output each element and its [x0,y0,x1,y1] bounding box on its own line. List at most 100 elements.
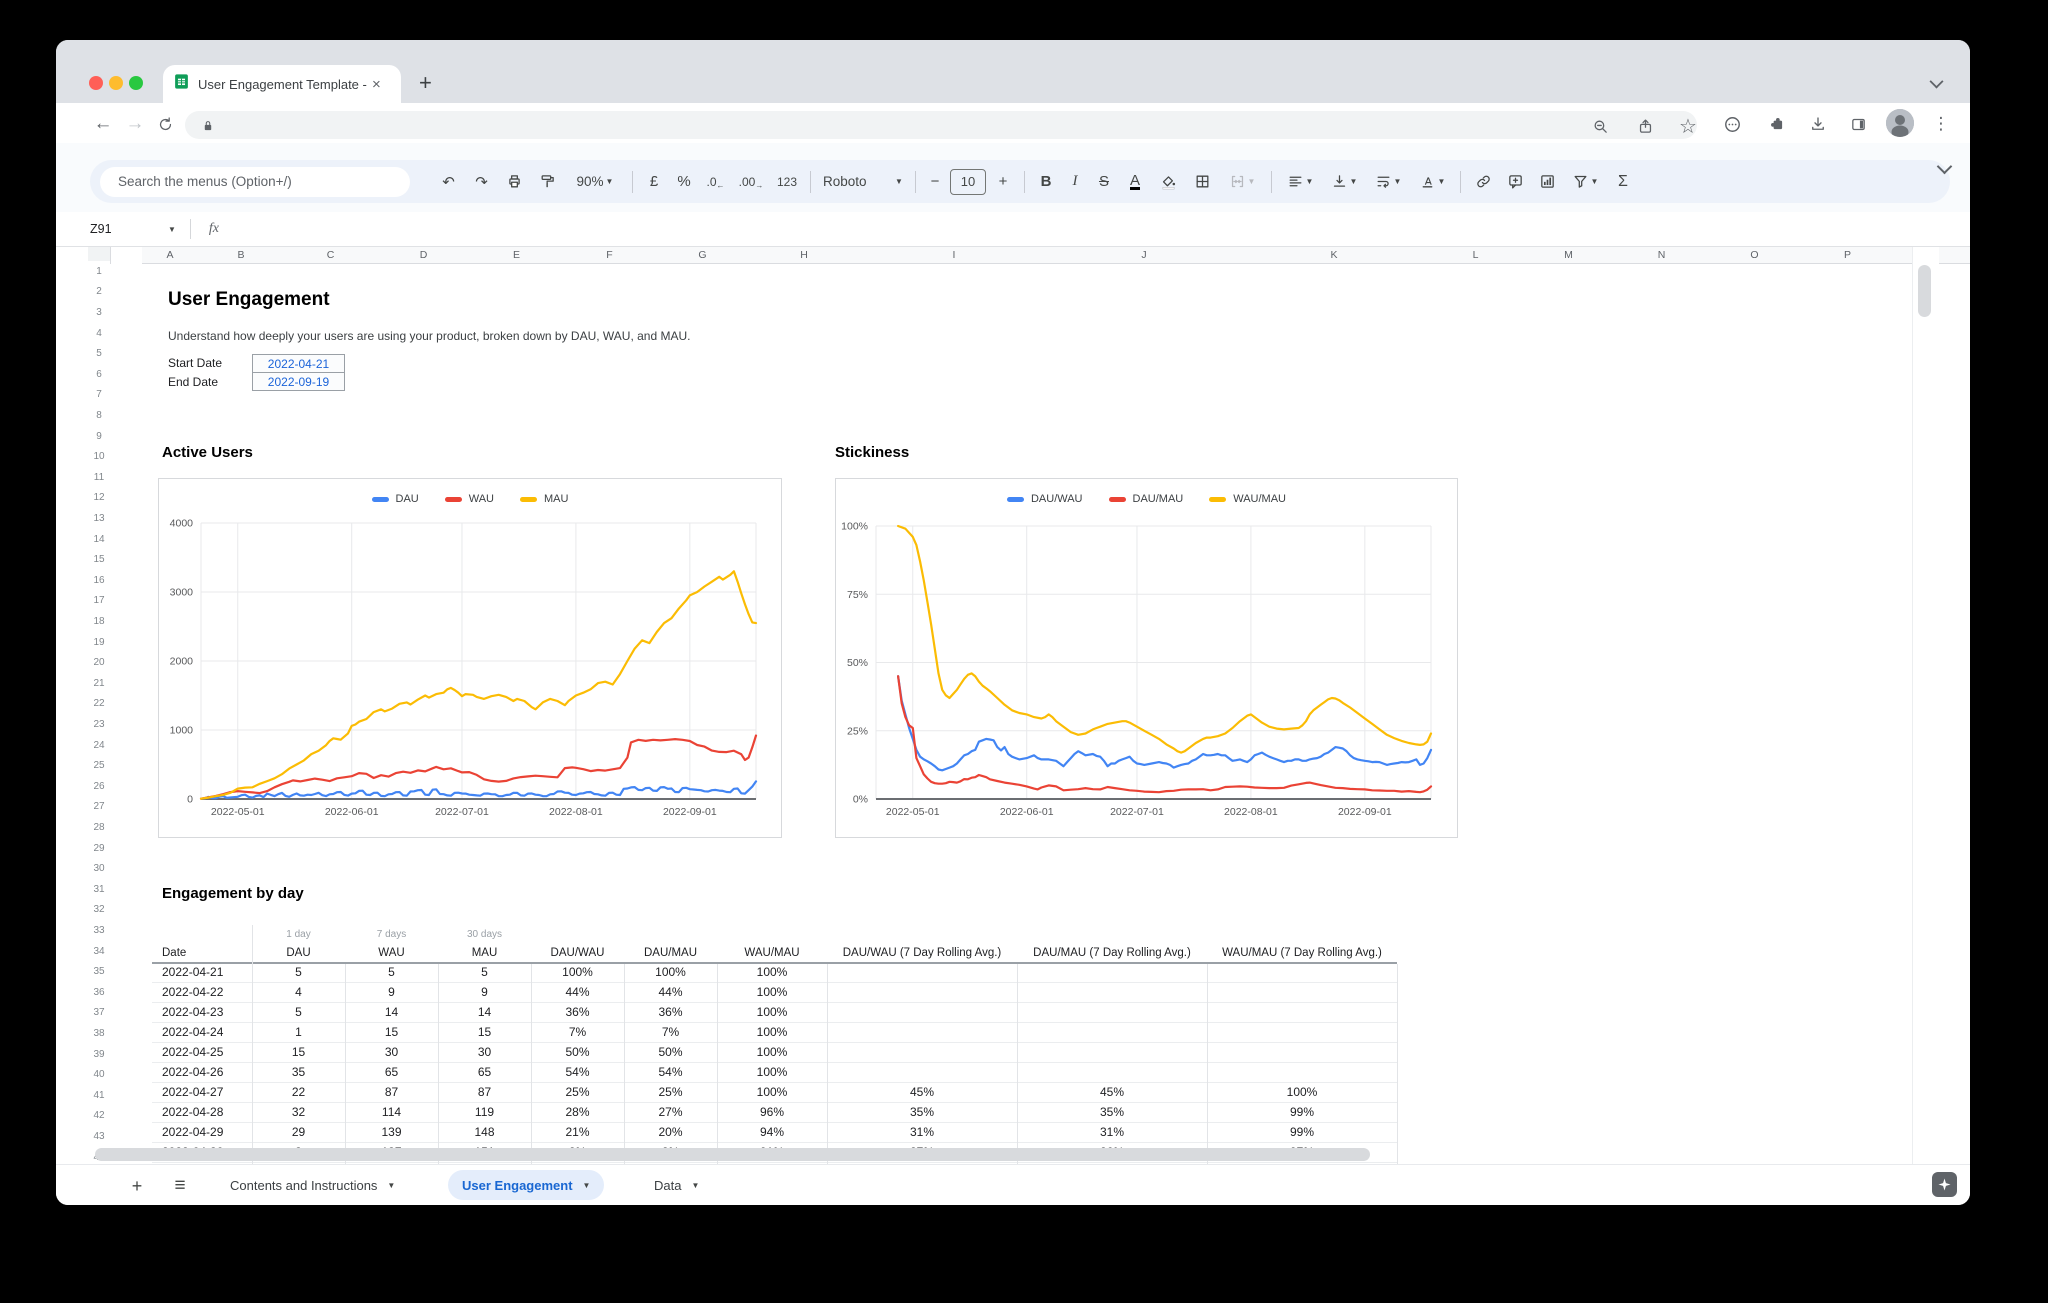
row-header-16[interactable]: 16 [88,570,110,592]
column-header-G[interactable]: G [656,247,750,264]
table-cell[interactable]: 96% [717,1102,827,1122]
table-cell[interactable]: 32 [252,1102,345,1122]
insert-chart-icon[interactable] [1531,167,1563,197]
insert-comment-icon[interactable] [1499,167,1531,197]
table-cell[interactable]: 2022-04-26 [162,1062,248,1082]
column-header-F[interactable]: F [563,247,657,264]
table-cell[interactable]: 2022-04-21 [162,962,248,982]
row-header-39[interactable]: 39 [88,1044,110,1066]
table-cell[interactable]: 9 [438,982,531,1002]
percent-icon[interactable] [669,167,699,197]
table-cell[interactable]: 35% [1017,1102,1207,1122]
column-header-C[interactable]: C [284,247,378,264]
column-header-A[interactable]: A [142,247,199,264]
table-cell[interactable]: 35 [252,1062,345,1082]
table-header[interactable]: DAU/MAU [624,944,717,962]
increase-decimal-icon[interactable]: .00→ [732,167,770,197]
table-cell[interactable]: 100% [717,1022,827,1042]
table-cell[interactable]: 148 [438,1122,531,1142]
row-header-5[interactable]: 5 [88,343,110,365]
table-cell[interactable]: 87 [345,1082,438,1102]
table-cell[interactable]: 65 [345,1062,438,1082]
horizontal-align-icon[interactable]: ▼ [1278,167,1322,197]
paint-format-icon[interactable] [531,167,564,197]
column-header-O[interactable]: O [1708,247,1802,264]
strikethrough-icon[interactable] [1089,167,1119,197]
column-header-P[interactable]: P [1801,247,1895,264]
row-header-41[interactable]: 41 [88,1085,110,1107]
start-date-cell[interactable]: 2022-04-21 [252,354,345,373]
bookmark-star-icon[interactable] [1677,115,1699,137]
column-header-N[interactable]: N [1615,247,1709,264]
undo-icon[interactable] [432,167,465,197]
row-header-32[interactable]: 32 [88,900,110,922]
sidebar-icon[interactable] [1845,111,1871,137]
row-header-8[interactable]: 8 [88,405,110,427]
table-cell[interactable]: 139 [345,1122,438,1142]
table-cell[interactable]: 100% [717,1062,827,1082]
table-cell[interactable]: 100% [717,1002,827,1022]
row-header-42[interactable]: 42 [88,1106,110,1128]
table-cell[interactable]: 2022-04-25 [162,1042,248,1062]
table-cell[interactable]: 2022-04-27 [162,1082,248,1102]
row-header-20[interactable]: 20 [88,652,110,674]
all-sheets-button[interactable] [167,1173,193,1199]
column-header-M[interactable]: M [1522,247,1616,264]
table-cell[interactable]: 100% [624,962,717,982]
decrease-decimal-icon[interactable]: .0← [699,167,732,197]
table-header[interactable]: MAU [438,944,531,962]
italic-icon[interactable] [1061,167,1089,197]
table-cell[interactable]: 5 [438,962,531,982]
zoom-out-icon[interactable] [1589,115,1611,137]
table-cell[interactable]: 31% [827,1122,1017,1142]
table-cell[interactable]: 50% [624,1042,717,1062]
row-header-10[interactable]: 10 [88,446,110,468]
zoom-select[interactable]: 90%▼ [564,167,626,197]
table-cell[interactable]: 54% [531,1062,624,1082]
row-header-11[interactable]: 11 [88,467,110,489]
table-cell[interactable]: 31% [1017,1122,1207,1142]
row-header-13[interactable]: 13 [88,508,110,530]
row-header-1[interactable]: 1 [88,261,110,283]
table-cell[interactable]: 5 [345,962,438,982]
table-cell[interactable]: 94% [717,1122,827,1142]
column-header-K[interactable]: K [1239,247,1430,264]
table-cell[interactable]: 9 [345,982,438,1002]
table-cell[interactable]: 2022-04-22 [162,982,248,1002]
table-cell[interactable]: 28% [531,1102,624,1122]
row-header-36[interactable]: 36 [88,982,110,1004]
fill-color-icon[interactable] [1151,167,1185,197]
active-users-chart[interactable]: DAUWAUMAU 010002000300040002022-05-01202… [158,478,782,838]
table-cell[interactable]: 22 [252,1082,345,1102]
table-cell[interactable]: 44% [624,982,717,1002]
table-header[interactable]: WAU [345,944,438,962]
table-cell[interactable]: 87 [438,1082,531,1102]
row-header-3[interactable]: 3 [88,302,110,324]
table-header[interactable]: DAU/WAU (7 Day Rolling Avg.) [827,944,1017,962]
row-header-40[interactable]: 40 [88,1064,110,1086]
column-header-H[interactable]: H [749,247,860,264]
table-header[interactable]: Date [162,944,248,962]
sheet-tab-user-engagement[interactable]: User Engagement▼ [448,1170,604,1200]
table-cell[interactable]: 65 [438,1062,531,1082]
share-icon[interactable] [1634,115,1656,137]
row-header-7[interactable]: 7 [88,385,110,407]
row-header-9[interactable]: 9 [88,426,110,448]
table-cell[interactable]: 35% [827,1102,1017,1122]
back-icon[interactable] [90,111,116,137]
font-select[interactable]: Roboto▼ [817,167,909,197]
name-box[interactable]: Z91 [56,222,166,236]
table-cell[interactable]: 15 [438,1022,531,1042]
table-cell[interactable]: 100% [1207,1082,1397,1102]
table-cell[interactable]: 36% [531,1002,624,1022]
table-header[interactable]: DAU/WAU [531,944,624,962]
new-tab-button[interactable] [419,70,432,96]
table-cell[interactable]: 25% [531,1082,624,1102]
table-header[interactable]: DAU [252,944,345,962]
row-header-25[interactable]: 25 [88,755,110,777]
table-cell[interactable]: 45% [827,1082,1017,1102]
table-cell[interactable]: 44% [531,982,624,1002]
reload-icon[interactable] [152,111,178,137]
sheet-tab-data[interactable]: Data▼ [640,1170,713,1200]
address-bar[interactable] [185,111,1697,139]
